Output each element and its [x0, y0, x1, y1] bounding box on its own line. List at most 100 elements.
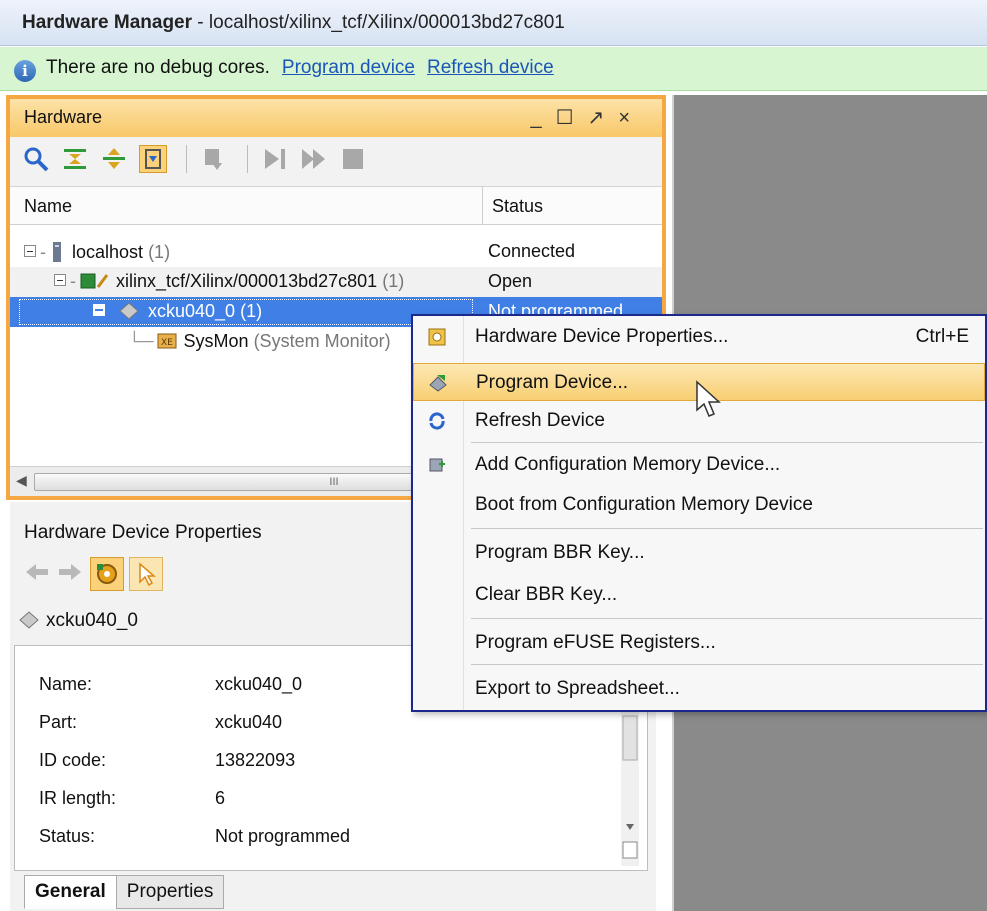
add-memory-icon: [429, 458, 445, 472]
scroll-left-icon[interactable]: ◀: [16, 472, 27, 489]
properties-nav: [24, 557, 164, 597]
menu-label: Program eFUSE Registers...: [475, 632, 716, 653]
menu-item-boot-from-config-memory[interactable]: Boot from Configuration Memory Device: [413, 486, 985, 524]
menu-item-clear-bbr-key[interactable]: Clear BBR Key...: [413, 576, 985, 614]
run-icon[interactable]: [300, 145, 328, 173]
search-icon[interactable]: [22, 145, 50, 173]
tree-count: (1): [148, 242, 171, 262]
menu-label: Add Configuration Memory Device...: [475, 454, 781, 475]
tree-label: xilinx_tcf/Xilinx/000013bd27c801: [116, 271, 378, 291]
field-value: xcku040: [215, 712, 283, 732]
tree-label: xcku040_0: [148, 301, 236, 321]
app-title: Hardware Manager: [22, 12, 193, 33]
collapse-toggle-icon[interactable]: [24, 245, 36, 257]
menu-shortcut: Ctrl+E: [915, 326, 969, 347]
menu-separator: [471, 618, 983, 619]
tree-sub: (System Monitor): [253, 331, 391, 351]
menu-label: Hardware Device Properties...: [475, 326, 729, 347]
menu-label: Program BBR Key...: [475, 542, 645, 563]
menu-separator: [471, 442, 983, 443]
info-icon: i: [14, 60, 36, 82]
menu-item-add-config-memory[interactable]: Add Configuration Memory Device...: [413, 446, 985, 484]
fpga-chip-icon: [19, 611, 39, 629]
tree-row-localhost[interactable]: - localhost (1) Connected: [10, 237, 662, 267]
field-label: Part:: [39, 712, 78, 732]
auto-connect-icon[interactable]: [139, 145, 168, 173]
menu-label: Refresh Device: [475, 410, 605, 431]
field-value: xcku040_0: [215, 674, 303, 694]
tree-count: (1): [240, 301, 263, 321]
connection-path: - localhost/xilinx_tcf/Xilinx/000013bd27…: [192, 12, 565, 33]
program-device-icon: [429, 375, 447, 392]
window-title-bar: Hardware Manager - localhost/xilinx_tcf/…: [0, 0, 987, 46]
tree-status: Connected: [488, 241, 576, 261]
tree-row-target[interactable]: - xilinx_tcf/Xilinx/000013bd27c801 (1) Op…: [10, 267, 662, 297]
refresh-icon: [429, 412, 445, 430]
menu-item-export-spreadsheet[interactable]: Export to Spreadsheet...: [413, 670, 985, 708]
hardware-panel-header: Hardware _☐↗×: [10, 99, 662, 137]
step-icon[interactable]: [261, 145, 289, 173]
tree-status: Open: [488, 271, 533, 291]
svg-text:XE: XE: [161, 338, 173, 348]
mouse-cursor-icon: [696, 380, 721, 417]
refresh-device-link[interactable]: Refresh device: [427, 57, 554, 78]
menu-item-program-bbr-key[interactable]: Program BBR Key...: [413, 534, 985, 572]
tree-label: localhost: [72, 242, 144, 262]
float-icon[interactable]: ↗: [588, 107, 619, 129]
collapse-toggle-icon[interactable]: [54, 274, 66, 286]
maximize-icon[interactable]: ☐: [556, 107, 588, 129]
menu-separator: [471, 528, 983, 529]
menu-item-program-efuse[interactable]: Program eFUSE Registers...: [413, 624, 985, 662]
back-arrow-icon[interactable]: [24, 562, 52, 587]
tree-count: (1): [382, 271, 405, 291]
program-device-link[interactable]: Program device: [282, 57, 415, 78]
server-icon: [53, 242, 61, 262]
expand-all-icon[interactable]: [100, 145, 128, 173]
close-icon[interactable]: ×: [618, 107, 644, 129]
tab-properties[interactable]: Properties: [115, 875, 225, 909]
menu-label: Export to Spreadsheet...: [475, 678, 680, 699]
field-value: 13822093: [215, 750, 296, 770]
stop-icon[interactable]: [339, 145, 367, 173]
field-label: Name:: [39, 674, 93, 694]
collapse-all-icon[interactable]: [61, 145, 89, 173]
scroll-grip: III: [329, 476, 339, 488]
menu-separator: [471, 664, 983, 665]
properties-icon: [428, 328, 446, 346]
field-label: IR length:: [39, 788, 117, 808]
minimize-icon[interactable]: _: [530, 107, 555, 129]
forward-arrow-icon[interactable]: [57, 562, 85, 587]
tree-label: SysMon: [183, 331, 249, 351]
info-message: There are no debug cores.: [46, 57, 270, 78]
field-label: Status:: [39, 826, 96, 846]
panel-window-controls: _☐↗×: [530, 105, 644, 130]
info-bar: i There are no debug cores. Program device…: [0, 47, 987, 91]
field-value: Not programmed: [215, 826, 351, 846]
menu-item-hardware-device-properties[interactable]: Hardware Device Properties... Ctrl+E: [413, 318, 985, 356]
device-name: xcku040_0: [46, 610, 138, 631]
vertical-scrollbar[interactable]: [621, 706, 639, 866]
device-context-menu: Hardware Device Properties... Ctrl+E Pro…: [411, 314, 987, 712]
toolbar-separator: [186, 145, 188, 173]
field-value: 6: [215, 788, 226, 808]
tab-general[interactable]: General: [24, 875, 117, 909]
jtag-target-icon: [80, 273, 109, 289]
field-label: ID code:: [39, 750, 107, 770]
menu-label: Boot from Configuration Memory Device: [475, 494, 813, 515]
settings-gear-icon[interactable]: [90, 557, 125, 591]
properties-device-label: xcku040_0: [18, 610, 138, 632]
hardware-toolbar: [10, 137, 662, 187]
sysmon-icon: XE: [157, 333, 177, 349]
name-column-header[interactable]: Name: [24, 196, 72, 217]
fpga-chip-icon: [119, 302, 139, 320]
menu-label: Program Device...: [476, 372, 629, 393]
status-column-header[interactable]: Status: [492, 196, 543, 217]
program-icon[interactable]: [200, 145, 228, 173]
tree-header: Name Status: [10, 187, 662, 225]
menu-label: Clear BBR Key...: [475, 584, 618, 605]
collapse-toggle-icon[interactable]: [92, 303, 108, 319]
select-cursor-icon[interactable]: [129, 557, 164, 591]
column-divider[interactable]: [482, 187, 483, 225]
properties-tabs: General Properties: [24, 875, 225, 909]
toolbar-separator: [247, 145, 249, 173]
